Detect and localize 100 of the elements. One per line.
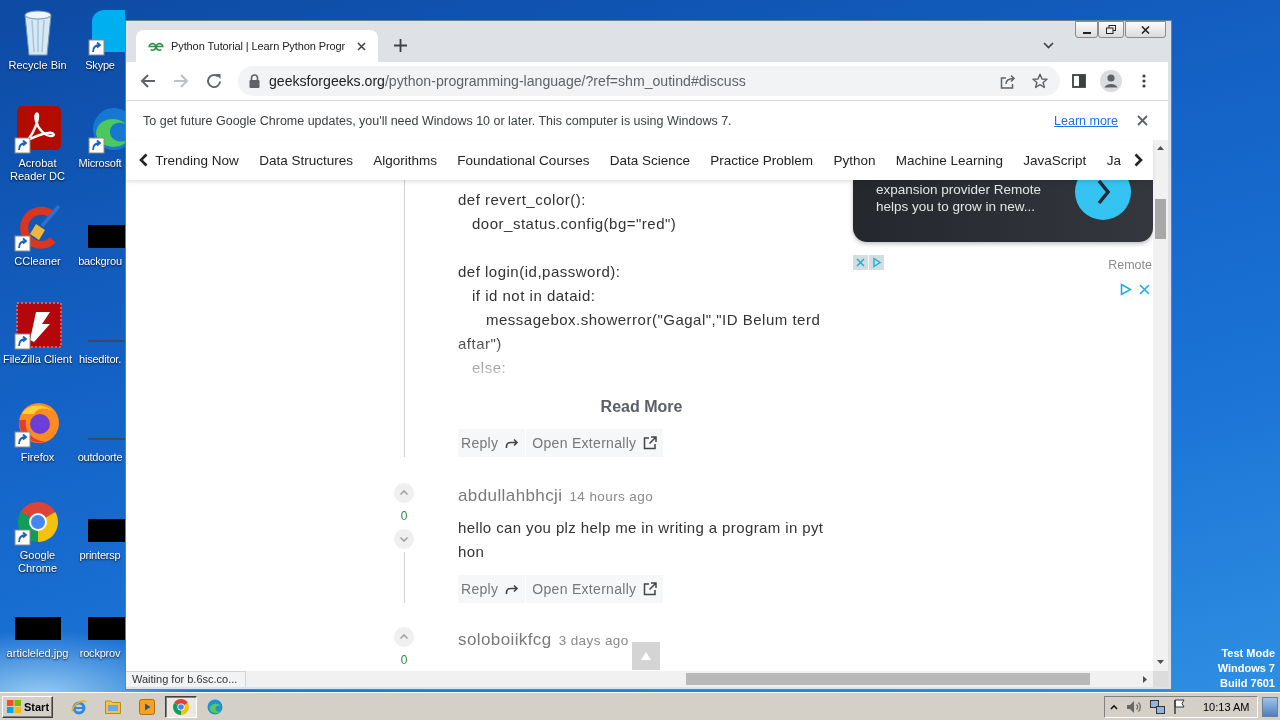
address-bar[interactable]: geeksforgeeks.org/python-programming-language/?ref=shm_outind#discuss	[238, 66, 1060, 96]
comment-text: hello can you plz help me in writing a program in python	[458, 518, 825, 562]
nav-link[interactable]: Trending Now	[155, 152, 239, 168]
comment-author[interactable]: soloboiikfcg	[458, 630, 552, 650]
app-tile-icon[interactable]	[88, 8, 125, 56]
nav-link[interactable]: JavaScript	[1023, 152, 1087, 168]
nav-link[interactable]: Algorithms	[373, 152, 437, 168]
scroll-right-arrow-icon[interactable]	[1143, 675, 1147, 683]
nav-link[interactable]: Practice Problem	[710, 152, 814, 168]
desktop-icon-label[interactable]: FileZilla Client	[1, 353, 74, 366]
code-line: door_status.config(bg="red")	[471, 214, 678, 234]
scroll-up-arrow-icon[interactable]	[1157, 146, 1164, 150]
status-bubble: Waiting for b.6sc.co...	[126, 671, 247, 687]
folder-icon	[105, 699, 121, 714]
desktop-icon-label[interactable]: printersp	[75, 549, 125, 562]
minimize-button[interactable]	[1075, 21, 1098, 38]
desktop-icon-label[interactable]: Recycle Bin	[1, 59, 74, 72]
code-line: if id not in dataid:	[471, 286, 597, 306]
menu-icon[interactable]	[1142, 74, 1146, 88]
network-icon[interactable]	[1150, 699, 1165, 714]
nav-link[interactable]: Ja	[1106, 152, 1121, 168]
clock[interactable]: 10:13 AM	[1203, 700, 1250, 713]
close-tab-icon[interactable]	[357, 41, 367, 51]
image-thumbnail-icon[interactable]	[88, 617, 125, 640]
scroll-down-arrow-icon[interactable]	[1157, 660, 1164, 664]
side-panel-icon[interactable]	[1072, 74, 1086, 88]
code-line: else:	[471, 358, 508, 378]
profile-avatar-icon[interactable]	[1100, 70, 1122, 92]
test-mode-notice: Build 7601	[1219, 676, 1275, 691]
chevron-up-icon[interactable]	[1110, 703, 1118, 710]
reply-button[interactable]: Reply	[458, 575, 526, 603]
code-line: def revert_color():	[458, 190, 587, 210]
back-arrow-icon[interactable]	[140, 73, 156, 89]
play-icon[interactable]	[1120, 283, 1132, 296]
restore-button[interactable]	[1098, 21, 1124, 38]
nav-link[interactable]: Machine Learning	[895, 152, 1004, 168]
scrollbar-thumb[interactable]	[686, 673, 1090, 685]
lock-icon[interactable]	[249, 74, 260, 88]
app-tile-icon[interactable]	[13, 302, 62, 350]
taskbar-app-button[interactable]	[165, 695, 197, 718]
read-more-link[interactable]: Read More	[600, 397, 683, 417]
scrollbar-thumb[interactable]	[1155, 199, 1166, 239]
star-icon[interactable]	[1032, 73, 1048, 89]
nav-link[interactable]: Data Structures	[259, 152, 353, 168]
desktop-icon-label[interactable]: backgrou	[75, 255, 125, 268]
comment-time: 3 days ago	[558, 632, 629, 648]
infobar-message: To get future Google Chrome updates, you'll need Windows 10 or later. This computer is using Windows 7.	[143, 113, 732, 128]
comment-author[interactable]: abdullahbhcji	[458, 486, 563, 506]
vertical-scrollbar[interactable]	[1153, 140, 1168, 671]
image-thumbnail-icon[interactable]	[88, 519, 125, 542]
nav-link[interactable]: Foundational Courses	[457, 152, 590, 168]
reload-icon[interactable]	[206, 73, 222, 89]
flag-icon[interactable]	[1173, 699, 1186, 714]
horizontal-scrollbar[interactable]	[246, 671, 1153, 687]
vote-count: 0	[400, 508, 408, 525]
close-icon[interactable]	[853, 254, 868, 270]
test-mode-notice: Test Mode	[1221, 646, 1275, 661]
browser-tab[interactable]: Python Tutorial | Learn Python Progr	[136, 30, 379, 62]
desktop-icon-label[interactable]: Skype	[75, 59, 125, 72]
close-window-button[interactable]	[1125, 21, 1166, 38]
desktop-icon-label[interactable]: rockprov	[75, 647, 125, 660]
ad-card[interactable]: expansion provider Remote helps you to grow in new...	[853, 180, 1153, 242]
code-line: def login(id,password):	[458, 262, 622, 282]
open-externally-button[interactable]: Open Externally	[526, 575, 664, 603]
open-externally-button[interactable]: Open Externally	[526, 429, 664, 457]
advertiser-name[interactable]: Remote	[1108, 258, 1152, 272]
desktop-icon-label[interactable]: CCleaner	[1, 255, 74, 268]
image-thumbnail-icon[interactable]	[14, 617, 61, 640]
desktop-icon-label[interactable]: outdoorte	[75, 451, 125, 464]
desktop-icon-label[interactable]: Firefox	[1, 451, 74, 464]
desktop-icon-label[interactable]: Acrobat Reader DC	[1, 157, 74, 183]
close-icon[interactable]	[1139, 284, 1150, 295]
nav-link[interactable]: Python	[833, 152, 876, 168]
learn-more-link[interactable]: Learn more	[1054, 113, 1118, 128]
new-tab-icon[interactable]	[394, 39, 408, 52]
vote-count: 0	[400, 652, 408, 669]
external-link-icon	[643, 436, 658, 450]
browser-icon	[207, 698, 223, 715]
desktop-icon-label[interactable]: Microsoft	[75, 157, 125, 170]
nav-link[interactable]: Data Science	[609, 152, 690, 168]
code-line: messagebox.showerror("Gagal","ID Belum terdaftar")	[458, 310, 822, 354]
chevron-left-icon[interactable]	[139, 153, 148, 167]
speaker-icon[interactable]	[1126, 699, 1142, 714]
close-icon[interactable]	[1137, 115, 1148, 126]
image-thumbnail-icon[interactable]	[88, 225, 125, 248]
browser-icon	[173, 698, 189, 715]
share-icon[interactable]	[1000, 73, 1016, 89]
browser-icon	[71, 698, 87, 715]
chevron-down-icon[interactable]	[1043, 42, 1054, 49]
desktop-icon-label[interactable]: hiseditor.	[75, 353, 125, 366]
chevron-right-icon[interactable]	[1134, 153, 1143, 167]
desktop-icon-label[interactable]: Google Chrome	[1, 549, 74, 575]
pdf-icon[interactable]	[13, 106, 62, 154]
brush-icon[interactable]	[13, 204, 62, 252]
browser-icon[interactable]	[13, 400, 62, 448]
show-desktop-button[interactable]	[1262, 696, 1278, 717]
close-icon	[1141, 25, 1150, 34]
start-button[interactable]: Start	[2, 695, 53, 718]
reply-button[interactable]: Reply	[458, 429, 526, 457]
minimize-icon	[1082, 32, 1091, 34]
